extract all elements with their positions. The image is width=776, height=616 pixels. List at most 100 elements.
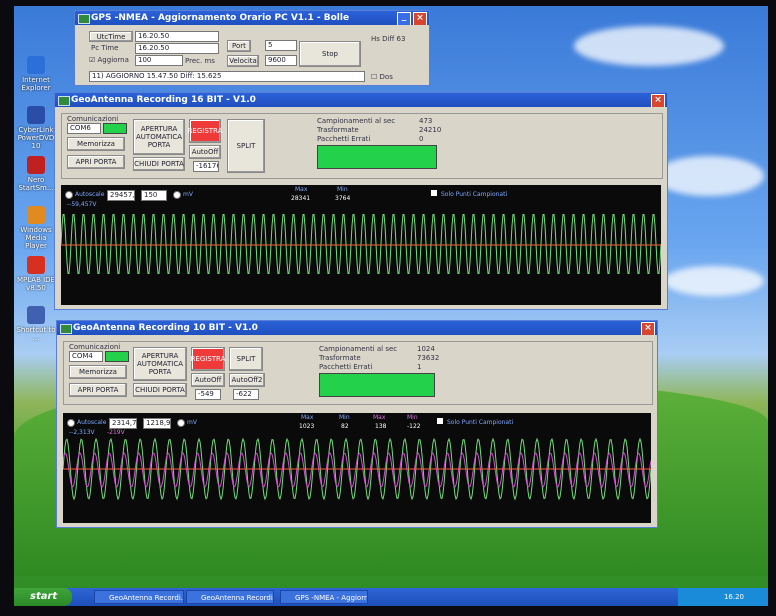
cloud (664, 266, 764, 296)
apri-porta-button[interactable]: APRI PORTA (67, 155, 125, 169)
porta-field[interactable]: 5 (265, 40, 297, 51)
autooff-button[interactable]: AutoOff (191, 373, 225, 387)
apertura-button[interactable]: APERTURA AUTOMATICA PORTA (133, 119, 185, 155)
velocita-field[interactable]: 9600 (265, 55, 297, 66)
rec16-trace-group (61, 214, 661, 274)
desktop-icon[interactable]: Internet Explorer (14, 56, 58, 106)
rec16-title-bar[interactable]: GeoAntenna Recording 16 BIT - V1.0 × (55, 93, 667, 107)
program-icon (27, 206, 45, 224)
traf-label: Trasformate (319, 354, 361, 362)
rec16-window: GeoAntenna Recording 16 BIT - V1.0 × Com… (54, 92, 668, 310)
desktop-icon[interactable]: MPLAB IDE v8.50 (14, 256, 58, 306)
gps-title: GPS -NMEA - Aggiornamento Orario PC V1.1… (91, 13, 350, 23)
split-button[interactable]: SPLIT (229, 347, 263, 371)
pac-value: 0 (419, 135, 424, 143)
registra-button[interactable]: REGISTRA (191, 347, 225, 371)
close-icon[interactable]: × (641, 322, 655, 335)
clock: 16.20 (723, 593, 744, 601)
cloud (654, 156, 764, 196)
program-icon (27, 106, 45, 124)
autooff-button[interactable]: AutoOff (189, 145, 221, 159)
pc-label: Pc Time (91, 44, 119, 52)
hs-diff: Hs Diff 63 (371, 35, 405, 43)
rec10-waveform (63, 437, 651, 501)
taskbar-item-gps[interactable]: GPS -NMEA - Aggiorn... (280, 590, 368, 604)
com-status-led (105, 351, 129, 362)
progress-bar (317, 145, 437, 169)
camp-value: 1024 (417, 345, 435, 353)
group-label: Comunicazioni (69, 343, 121, 351)
taskbar-item-rec16[interactable]: GeoAntenna Recordi... (94, 590, 184, 604)
registra-button[interactable]: REGISTRA (188, 119, 222, 143)
group-label: Comunicazioni (67, 115, 119, 123)
progress-bar (319, 373, 435, 397)
program-icon (27, 156, 45, 174)
desktop: Internet Explorer CyberLink PowerDVD 10 Ne… (14, 6, 768, 606)
desktop-icon[interactable]: Nero StartSm... (14, 156, 58, 206)
dos-checkbox[interactable]: ☐ Dos (371, 73, 393, 81)
dos-label: Dos (379, 73, 393, 81)
desktop-icon-label: Internet Explorer (21, 76, 51, 92)
program-icon (27, 256, 45, 274)
status-field: 11) AGGIORNO 15.47.50 Diff: 15.625 (89, 71, 365, 82)
desktop-icons: Internet Explorer CyberLink PowerDVD 10 Ne… (14, 56, 58, 356)
stop-button[interactable]: Stop (299, 41, 361, 67)
pac-value: 1 (417, 363, 422, 371)
traf-label: Trasformate (317, 126, 359, 134)
program-icon (27, 306, 45, 324)
rec16-title: GeoAntenna Recording 16 BIT - V1.0 (71, 95, 256, 105)
aggiorna-checkbox[interactable]: ☑ Aggiorna (89, 56, 129, 64)
porta-label: Port (227, 40, 251, 52)
desktop-icon[interactable]: CyberLink PowerDVD 10 (14, 106, 58, 156)
cloud (574, 26, 724, 66)
velocita-label: Velocita (227, 55, 259, 67)
app-icon (78, 14, 90, 24)
app-icon (58, 96, 70, 106)
apri-porta-button[interactable]: APRI PORTA (69, 383, 127, 397)
desktop-icon-label: Shortcut to ... (16, 326, 56, 342)
desktop-icon-label: Nero StartSm... (18, 176, 54, 192)
rec10-title-bar[interactable]: GeoAntenna Recording 10 BIT - V1.0 × (57, 321, 657, 335)
gps-window: GPS -NMEA - Aggiornamento Orario PC V1.1… (74, 10, 430, 86)
auto-value-1: -549 (195, 389, 221, 400)
camp-value: 473 (419, 117, 433, 125)
aggiorna-label: Aggiorna (97, 56, 129, 64)
hs-value: 63 (396, 35, 406, 43)
utc-field[interactable]: 16.20.50 (135, 31, 219, 42)
desktop-icon-label: MPLAB IDE v8.50 (16, 276, 55, 292)
camp-label: Campionamenti al sec (317, 117, 396, 125)
start-button[interactable]: start (14, 588, 72, 606)
minimize-icon[interactable]: _ (397, 12, 411, 25)
auto-value-2: -622 (233, 389, 259, 400)
desktop-icon[interactable]: Shortcut to ... (14, 306, 58, 356)
com-field[interactable]: COM4 (69, 351, 103, 362)
desktop-icon[interactable]: Windows Media Player (14, 206, 58, 256)
prec-label: Prec. ms (185, 57, 215, 65)
traf-value: 73632 (417, 354, 440, 362)
program-icon (27, 56, 45, 74)
gps-title-bar[interactable]: GPS -NMEA - Aggiornamento Orario PC V1.1… (75, 11, 429, 25)
close-icon[interactable]: × (413, 12, 427, 25)
chiudi-porta-button[interactable]: CHIUDI PORTA (133, 157, 185, 171)
rec10-window: GeoAntenna Recording 10 BIT - V1.0 × Com… (56, 320, 658, 528)
taskbar-item-rec10[interactable]: GeoAntenna Recordi... (186, 590, 274, 604)
close-icon[interactable]: × (651, 94, 665, 107)
rec10-trace-group (63, 437, 651, 501)
rec10-plot: Autoscale 2314,7 1218,9 mV Max 1023 Min … (63, 413, 651, 523)
traf-value: 24210 (419, 126, 442, 134)
com-field[interactable]: COM6 (67, 123, 101, 134)
autooff2-button[interactable]: AutoOff2 (229, 373, 265, 387)
system-tray: 16.20 (678, 588, 768, 606)
hs-label: Hs Diff (371, 35, 395, 43)
memorizza-button[interactable]: Memorizza (69, 365, 127, 379)
split-button[interactable]: SPLIT (227, 119, 265, 173)
pac-label: Pacchetti Errati (317, 135, 371, 143)
pc-field[interactable]: 16.20.50 (135, 43, 219, 54)
apertura-button[interactable]: APERTURA AUTOMATICA PORTA (133, 347, 187, 381)
memorizza-button[interactable]: Memorizza (67, 137, 125, 151)
aggiorna-field[interactable]: 100 (135, 55, 183, 66)
camp-label: Campionamenti al sec (319, 345, 398, 353)
chiudi-porta-button[interactable]: CHIUDI PORTA (133, 383, 187, 397)
utc-label: UtcTime (89, 31, 133, 42)
green-trace (61, 214, 661, 274)
